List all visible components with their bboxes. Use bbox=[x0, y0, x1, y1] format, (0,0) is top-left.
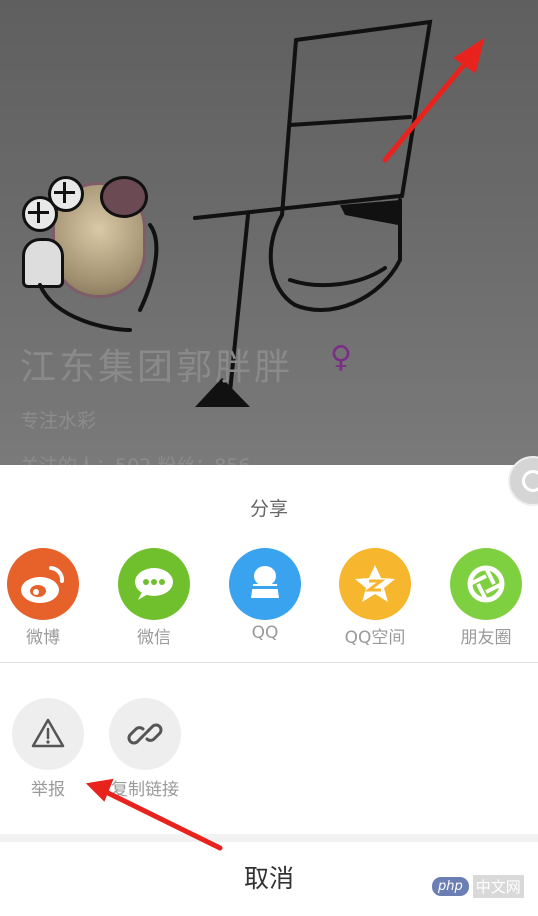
share-sheet-title: 分享 bbox=[249, 498, 288, 520]
watermark-logo: php bbox=[432, 877, 469, 896]
report-button[interactable]: 举报 bbox=[6, 698, 90, 800]
share-wechat-label: 微信 bbox=[137, 628, 171, 648]
qq-icon bbox=[229, 548, 301, 620]
warning-icon bbox=[12, 698, 84, 770]
share-moments-label: 朋友圈 bbox=[460, 628, 512, 648]
share-qq-label: QQ bbox=[251, 623, 279, 643]
wechat-icon bbox=[118, 548, 190, 620]
share-moments-button[interactable]: 朋友圈 bbox=[441, 548, 531, 648]
report-label: 举报 bbox=[31, 780, 65, 800]
copy-link-button[interactable]: 复制链接 bbox=[103, 698, 187, 800]
weibo-icon bbox=[7, 548, 79, 620]
watermark-text: 中文网 bbox=[472, 875, 524, 898]
share-weibo-label: 微博 bbox=[26, 628, 60, 648]
qzone-icon bbox=[339, 548, 411, 620]
watermark: php 中文网 bbox=[432, 875, 524, 898]
profile-name: 江东集团郭胖胖 bbox=[20, 347, 294, 388]
profile-bio: 专注水彩 bbox=[20, 410, 97, 432]
share-qzone-button[interactable]: QQ空间 bbox=[330, 548, 420, 648]
female-icon: ♀ bbox=[330, 340, 352, 375]
sheet-gap bbox=[0, 834, 538, 842]
link-icon bbox=[109, 698, 181, 770]
share-weibo-button[interactable]: 微博 bbox=[0, 548, 88, 648]
profile-header: 江东集团郭胖胖 ♀ 专注水彩 关注的人：502 粉丝：856 bbox=[0, 0, 538, 465]
share-divider bbox=[0, 662, 538, 663]
copy-link-label: 复制链接 bbox=[111, 780, 179, 800]
hat-doodle bbox=[38, 19, 433, 407]
profile-stats[interactable]: 关注的人：502 粉丝：856 bbox=[20, 451, 251, 465]
share-qq-button[interactable]: QQ bbox=[220, 548, 310, 643]
moments-icon bbox=[450, 548, 522, 620]
share-wechat-button[interactable]: 微信 bbox=[109, 548, 199, 648]
share-qzone-label: QQ空间 bbox=[344, 628, 406, 648]
